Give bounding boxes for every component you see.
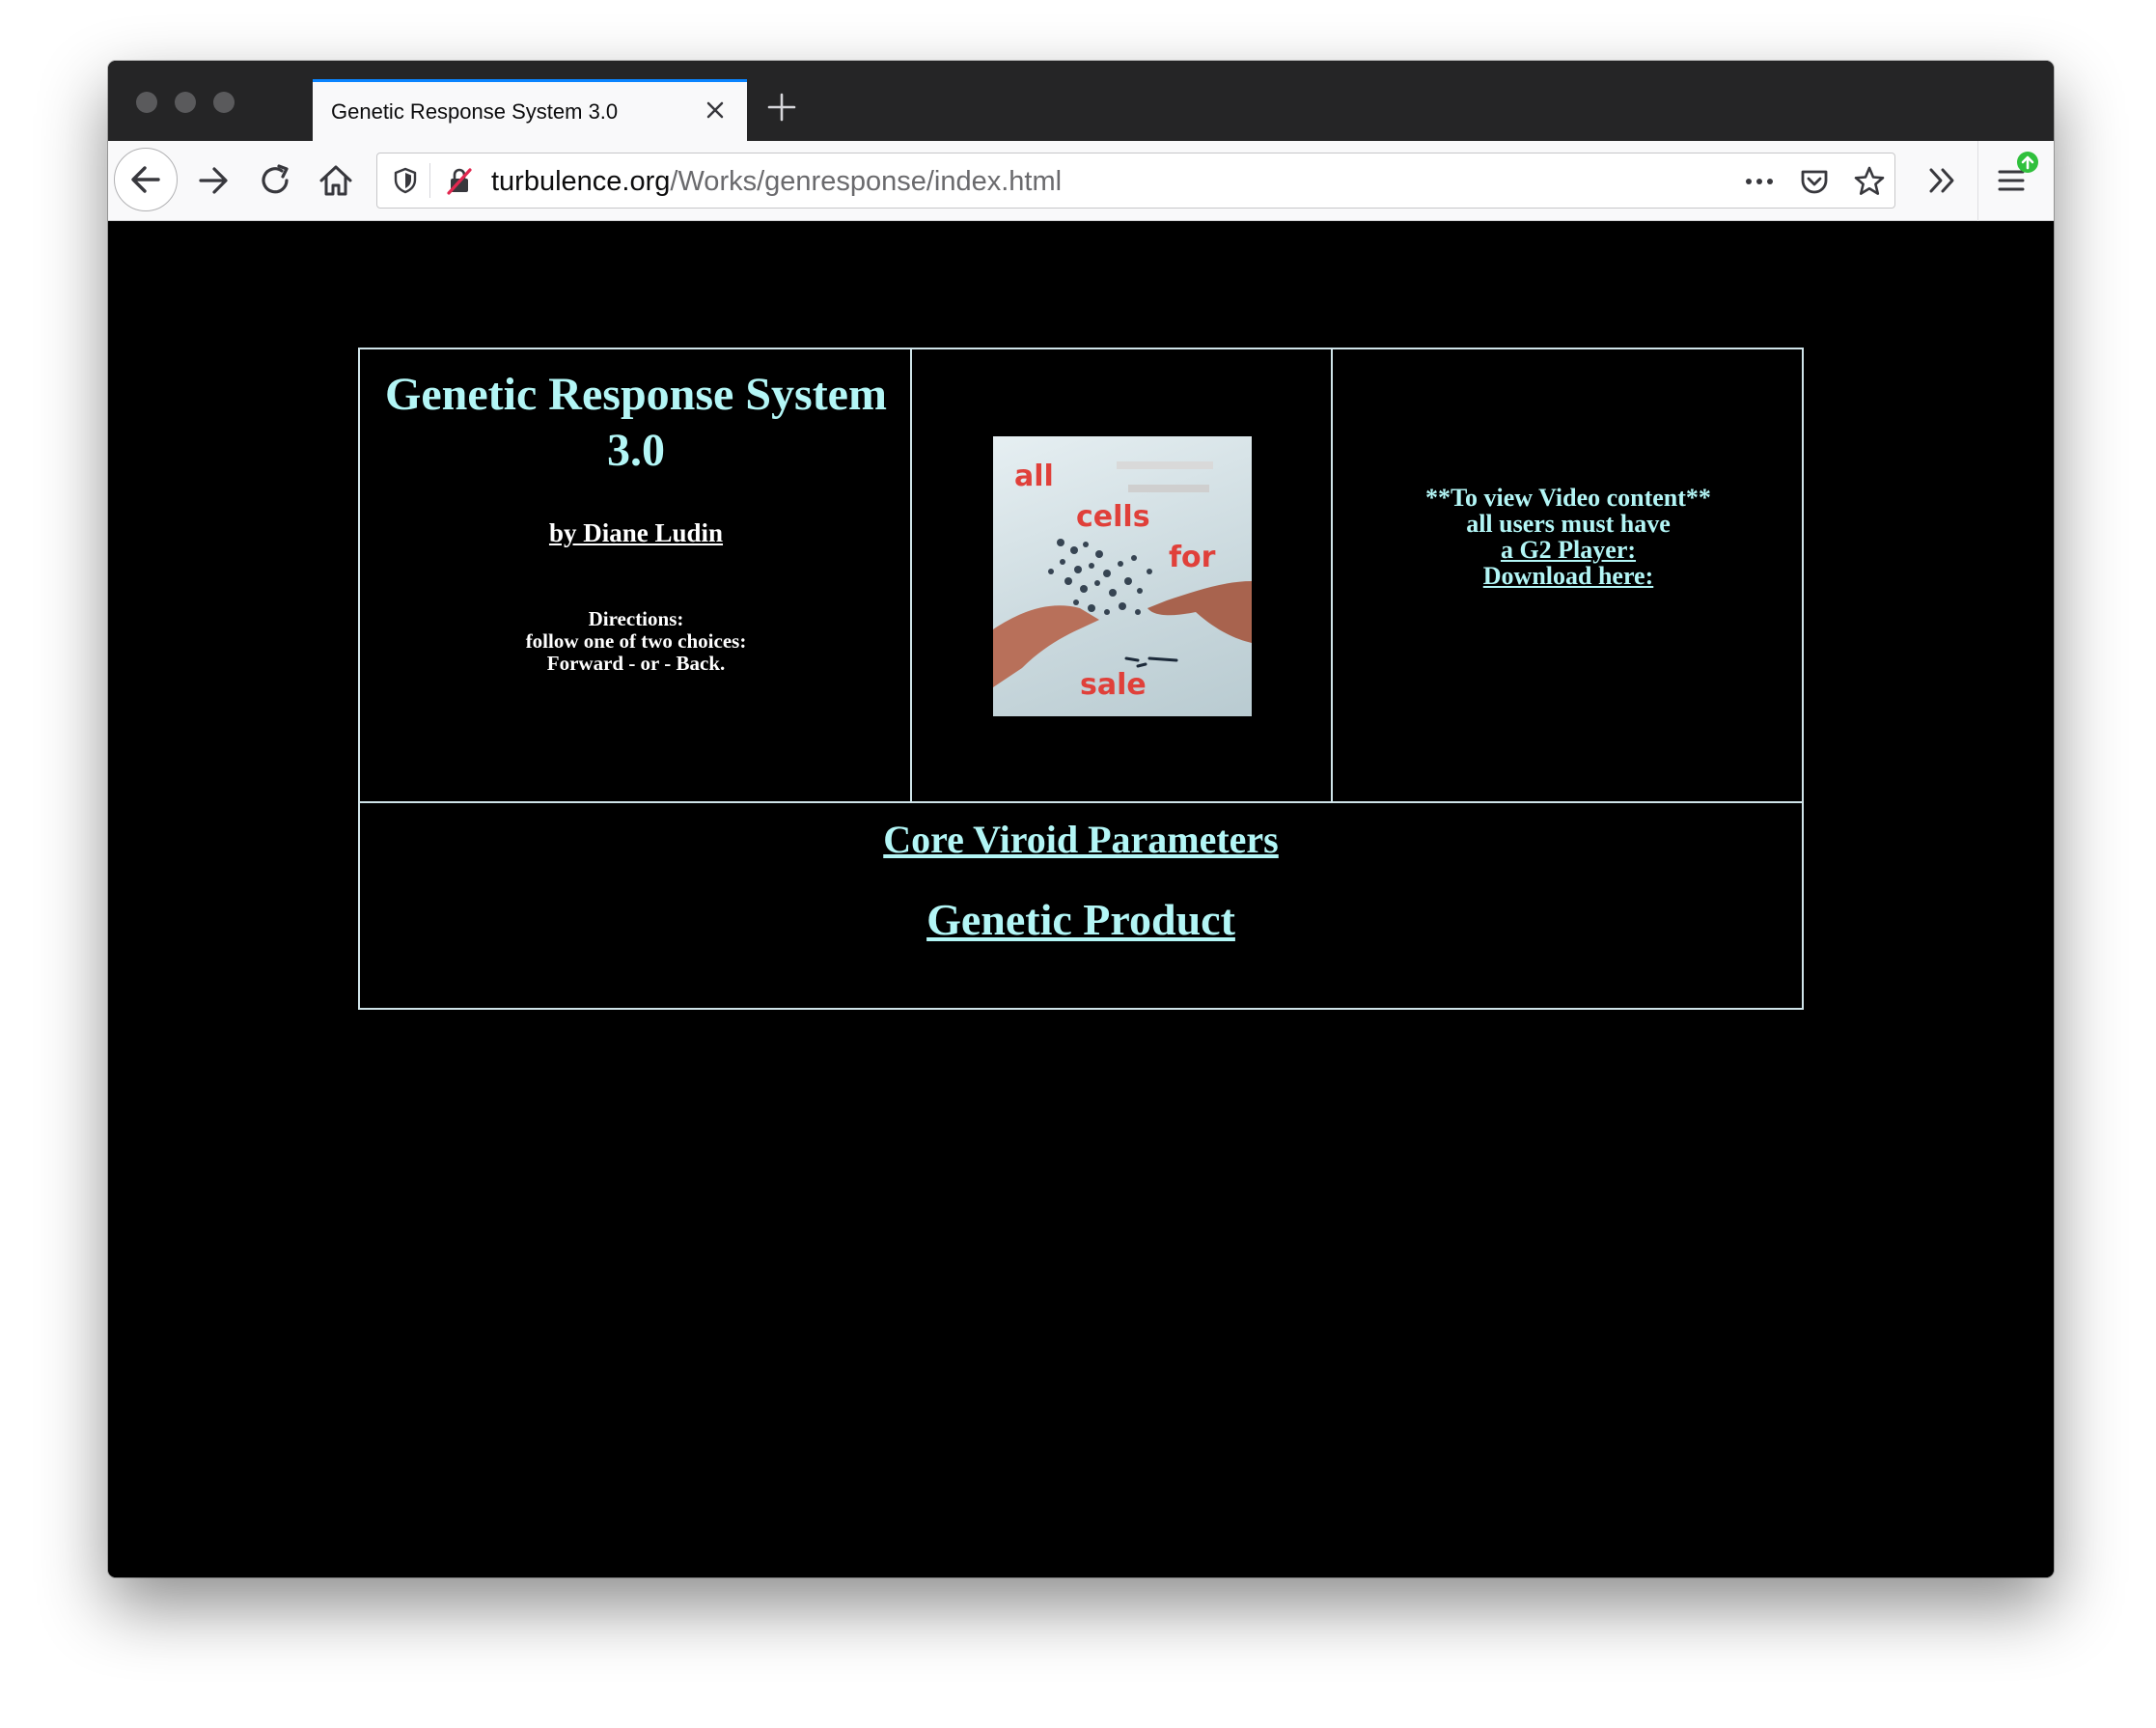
core-viroid-parameters-link[interactable]: Core Viroid Parameters xyxy=(360,817,1802,862)
directions-line: follow one of two choices: xyxy=(525,629,747,653)
maximize-window-button[interactable] xyxy=(213,92,235,113)
url-text[interactable]: turbulence.org/Works/genresponse/index.h… xyxy=(491,166,1062,198)
author-byline: by Diane Ludin xyxy=(360,518,912,548)
artwork-image[interactable]: all cells for sale xyxy=(993,436,1252,716)
more-actions-icon[interactable] xyxy=(1742,167,1777,196)
tab-active[interactable]: Genetic Response System 3.0 xyxy=(313,79,747,141)
video-content-note: **To view Video content** all users must… xyxy=(1333,485,1804,589)
author-link[interactable]: by Diane Ludin xyxy=(549,518,723,547)
download-link[interactable]: Download here: xyxy=(1483,562,1653,590)
url-domain: turbulence.org xyxy=(491,166,671,197)
nav-toolbar: turbulence.org/Works/genresponse/index.h… xyxy=(108,141,2054,221)
content-table: Genetic Response System 3.0 by Diane Lud… xyxy=(358,348,1804,1010)
tracking-shield-icon[interactable] xyxy=(391,166,420,195)
home-icon[interactable] xyxy=(316,160,356,201)
genetic-product-link[interactable]: Genetic Product xyxy=(360,894,1802,945)
reload-icon[interactable] xyxy=(255,160,295,201)
tab-title: Genetic Response System 3.0 xyxy=(331,99,619,124)
tab-close-icon[interactable] xyxy=(701,96,730,125)
close-window-button[interactable] xyxy=(136,92,157,113)
video-note-text: all users must have xyxy=(1466,510,1671,538)
page-title: Genetic Response System 3.0 xyxy=(385,369,887,476)
overflow-chevron-icon[interactable] xyxy=(1922,160,1963,201)
g2-player-link[interactable]: a G2 Player: xyxy=(1501,536,1636,564)
new-tab-icon[interactable] xyxy=(764,90,799,125)
tab-strip: Genetic Response System 3.0 xyxy=(108,61,2054,141)
pocket-icon[interactable] xyxy=(1798,165,1831,198)
browser-window: Genetic Response System 3.0 turbulence.o… xyxy=(108,61,2054,1577)
url-bar[interactable]: turbulence.org/Works/genresponse/index.h… xyxy=(376,153,1895,209)
back-button[interactable] xyxy=(114,148,178,211)
url-separator xyxy=(429,163,430,198)
update-badge-icon xyxy=(2016,151,2039,174)
minimize-window-button[interactable] xyxy=(175,92,196,113)
forward-arrow-icon[interactable] xyxy=(193,160,234,201)
toolbar-divider xyxy=(1977,141,1978,221)
hands-and-dots-illustration xyxy=(993,539,1252,687)
directions-block: Directions: follow one of two choices: F… xyxy=(360,608,912,675)
directions-line: Forward - or - Back. xyxy=(546,652,726,675)
bottom-links-row: Core Viroid Parameters Genetic Product xyxy=(360,803,1802,1008)
video-note-heading: **To view Video content** xyxy=(1425,484,1711,512)
directions-heading: Directions: xyxy=(588,607,684,630)
back-arrow-icon xyxy=(131,166,160,193)
bookmark-star-icon[interactable] xyxy=(1852,164,1887,199)
insecure-lock-icon[interactable] xyxy=(443,164,476,197)
url-path: /Works/genresponse/index.html xyxy=(670,166,1063,197)
page-content: Genetic Response System 3.0 by Diane Lud… xyxy=(108,221,2054,1577)
